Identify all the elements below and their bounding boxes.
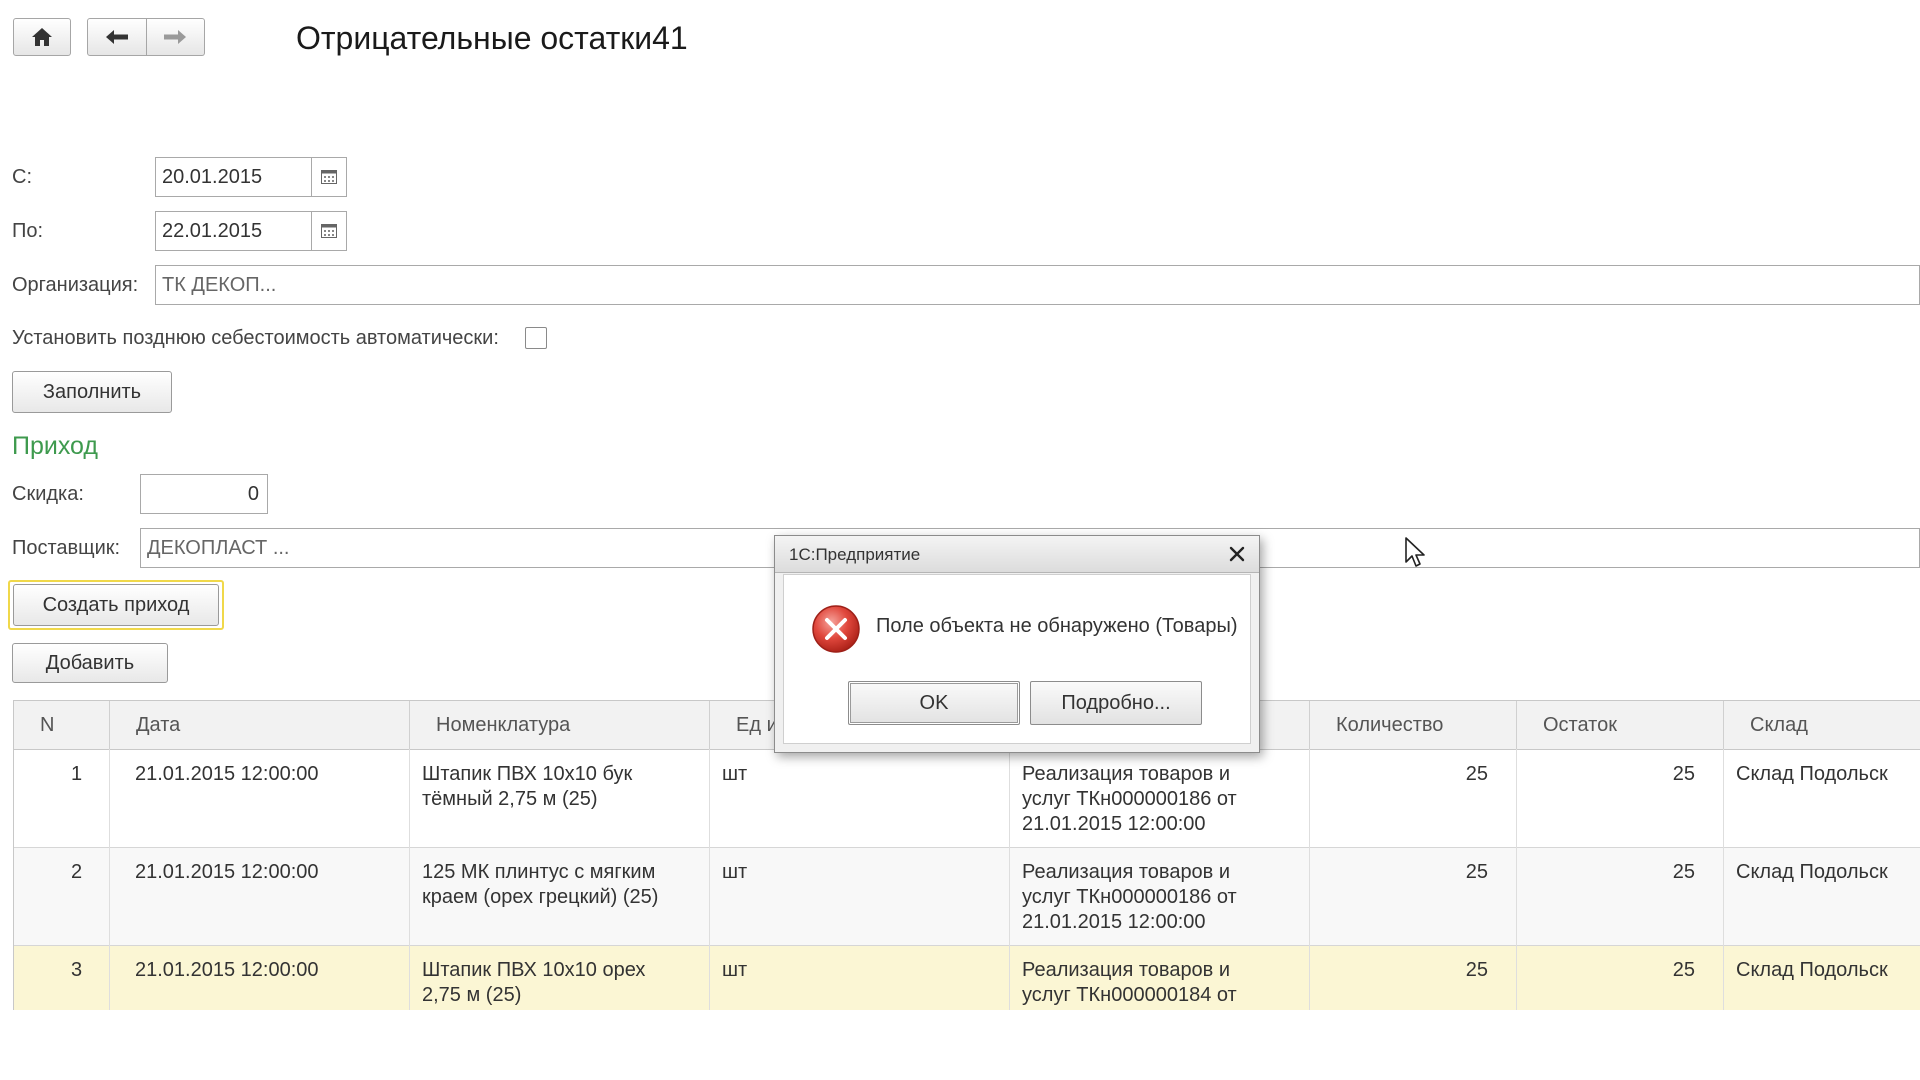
column-header-quantity[interactable]: Количество (1310, 701, 1517, 749)
column-header-warehouse[interactable]: Склад (1724, 701, 1920, 749)
cell-item: 125 МК плинтус с мягким краем (орех грец… (422, 861, 659, 908)
cell-warehouse: Склад Подольск (1736, 763, 1888, 785)
add-button[interactable]: Добавить (12, 643, 168, 683)
column-header-rest[interactable]: Остаток (1517, 701, 1724, 749)
calendar-button-to[interactable] (311, 212, 346, 250)
column-header-item[interactable]: Номенклатура (410, 701, 710, 749)
receipt-section-title: Приход (12, 432, 98, 460)
arrow-left-icon (105, 30, 128, 44)
supplier-label: Поставщик: (12, 537, 121, 559)
cell-n: 2 (71, 861, 83, 883)
error-dialog: 1С:Предприятие Поле объекта не обнаружен… (774, 535, 1260, 753)
table-row[interactable]: 2 21.01.2015 12:00:00 125 МК плинтус с м… (14, 848, 1920, 946)
cell-n: 1 (71, 763, 83, 785)
late-cost-label: Установить позднюю себестоимость автомат… (12, 327, 499, 349)
cell-date: 21.01.2015 12:00:00 (135, 861, 319, 883)
history-nav (87, 18, 205, 56)
to-date-field[interactable]: 22.01.2015 (155, 211, 347, 251)
mouse-cursor-icon (1405, 537, 1425, 567)
dialog-body: Поле объекта не обнаружено (Товары) OK П… (783, 574, 1251, 744)
home-icon (32, 28, 52, 46)
cell-date: 21.01.2015 12:00:00 (135, 763, 319, 785)
discount-field[interactable]: 0 (140, 474, 268, 514)
organization-label: Организация: (12, 274, 139, 296)
cell-quantity: 25 (1465, 861, 1488, 883)
table-row[interactable]: 1 21.01.2015 12:00:00 Штапик ПВХ 10х10 б… (14, 750, 1920, 848)
cell-item: Штапик ПВХ 10х10 бук тёмный 2,75 м (25) (422, 763, 633, 810)
cell-unit: шт (722, 861, 748, 883)
dialog-title: 1С:Предприятие (789, 545, 921, 564)
cell-date: 21.01.2015 12:00:00 (135, 959, 319, 981)
dialog-close-button[interactable] (1225, 542, 1249, 566)
late-cost-checkbox[interactable] (525, 327, 547, 349)
calendar-icon (321, 224, 337, 238)
calendar-icon (321, 170, 337, 184)
cell-document: Реализация товаров и услуг ТКн000000184 … (1022, 959, 1237, 1006)
cell-document: Реализация товаров и услуг ТКн000000186 … (1022, 861, 1237, 933)
home-button[interactable] (13, 18, 71, 56)
from-date-field[interactable]: 20.01.2015 (155, 157, 347, 197)
cell-warehouse: Склад Подольск (1736, 861, 1888, 883)
cell-rest: 25 (1672, 959, 1695, 981)
error-icon (812, 605, 860, 653)
cell-quantity: 25 (1465, 959, 1488, 981)
cell-quantity: 25 (1465, 763, 1488, 785)
cell-unit: шт (722, 763, 748, 785)
cell-rest: 25 (1672, 861, 1695, 883)
column-header-n[interactable]: N (14, 701, 110, 749)
cell-unit: шт (722, 959, 748, 981)
column-header-date[interactable]: Дата (110, 701, 410, 749)
cell-rest: 25 (1672, 763, 1695, 785)
close-icon (1229, 546, 1245, 562)
arrow-right-icon (164, 30, 187, 44)
table-row-selected[interactable]: 3 21.01.2015 12:00:00 Штапик ПВХ 10х10 о… (14, 946, 1920, 1010)
to-date-value: 22.01.2015 (162, 219, 263, 242)
cell-document: Реализация товаров и услуг ТКн000000186 … (1022, 763, 1237, 835)
cell-item: Штапик ПВХ 10х10 орех 2,75 м (25) (422, 959, 646, 1006)
forward-button[interactable] (146, 18, 205, 56)
dialog-message: Поле объекта не обнаружено (Товары) (876, 615, 1238, 637)
back-button[interactable] (87, 18, 147, 56)
cell-n: 3 (71, 959, 83, 981)
discount-label: Скидка: (12, 483, 84, 505)
from-label: С: (12, 166, 32, 188)
cell-warehouse: Склад Подольск (1736, 959, 1888, 981)
ok-button[interactable]: OK (848, 681, 1020, 725)
create-receipt-button[interactable]: Создать приход (13, 584, 219, 626)
dialog-title-bar[interactable]: 1С:Предприятие (775, 536, 1259, 573)
organization-field[interactable]: ТК ДЕКОП... (155, 265, 1920, 305)
page-title: Отрицательные остатки41 (296, 20, 688, 56)
fill-button[interactable]: Заполнить (12, 371, 172, 413)
calendar-button-from[interactable] (311, 158, 346, 196)
from-date-value: 20.01.2015 (162, 165, 263, 188)
to-label: По: (12, 220, 44, 242)
app-window: Отрицательные остатки41 С: 20.01.2015 По… (0, 0, 1920, 1010)
details-button[interactable]: Подробно... (1030, 681, 1202, 725)
